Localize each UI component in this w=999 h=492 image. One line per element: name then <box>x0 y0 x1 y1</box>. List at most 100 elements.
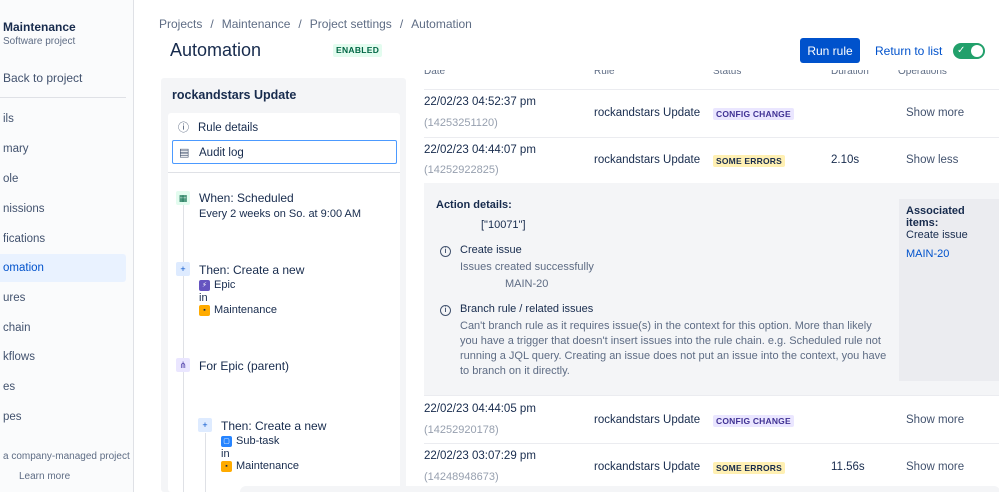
show-more-button[interactable]: Show more <box>906 414 964 426</box>
sidebar-item-notifications[interactable]: fications <box>0 225 126 253</box>
rule-details-menu-item[interactable]: ⓘ Rule details <box>172 116 397 140</box>
sidebar-item-label: fications <box>3 233 46 245</box>
row-date: 22/02/23 04:52:37 pm <box>424 96 536 108</box>
sidebar-item-label: es <box>3 381 16 393</box>
info-icon: i <box>440 246 451 257</box>
associated-items-title: Associated items: <box>906 205 965 229</box>
flow-connector <box>183 205 184 492</box>
associated-issue-link[interactable]: MAIN-20 <box>906 248 949 260</box>
sidebar-item-label: ils <box>3 113 14 125</box>
rule-enabled-toggle[interactable]: ✓ <box>953 43 985 59</box>
action-title[interactable]: Then: Create a new <box>199 263 304 277</box>
breadcrumb-project-settings[interactable]: Project settings <box>310 17 392 31</box>
row-date: 22/02/23 03:07:29 pm <box>424 450 536 462</box>
branch-message-line: Can't branch rule as it requires issue(s… <box>460 320 872 332</box>
row-divider <box>424 395 999 396</box>
row-date: 22/02/23 04:44:05 pm <box>424 403 536 415</box>
action-title[interactable]: Then: Create a new <box>221 419 326 433</box>
sidebar-item-label: omation <box>3 262 44 274</box>
audit-log-menu-item[interactable]: ▤ Audit log <box>172 140 397 164</box>
in-label: in <box>199 292 208 304</box>
status-badge: CONFIG CHANGE <box>713 415 794 427</box>
action-details-json: ["10071"] <box>481 219 526 231</box>
back-to-project-link[interactable]: Back to project <box>3 71 82 85</box>
toggle-knob <box>971 45 983 57</box>
sidebar-item-people[interactable]: ole <box>0 165 126 193</box>
return-to-list-link[interactable]: Return to list <box>875 44 942 58</box>
status-badge: SOME ERRORS <box>713 155 785 167</box>
project-name: Maintenance <box>3 20 76 34</box>
subtask-icon: ▢ <box>221 436 232 447</box>
sidebar-item-automation[interactable]: omation <box>0 254 126 282</box>
breadcrumb-projects[interactable]: Projects <box>159 17 202 31</box>
sidebar-item-screens[interactable]: es <box>0 373 126 401</box>
show-more-button[interactable]: Show more <box>906 107 964 119</box>
show-less-button[interactable]: Show less <box>906 154 958 166</box>
run-rule-button[interactable]: Run rule <box>800 38 860 63</box>
column-header-operations: Operations <box>898 70 947 77</box>
issue-type-label: Sub-task <box>236 435 280 447</box>
branch-message-line: you have a trigger that doesn't insert i… <box>460 335 881 347</box>
sidebar-item-permissions[interactable]: nissions <box>0 195 126 223</box>
column-header-duration: Duration <box>831 70 869 77</box>
row-rule: rockandstars Update <box>594 414 701 426</box>
check-icon: ✓ <box>957 45 966 56</box>
project-icon: ▪ <box>199 305 210 316</box>
scroll-shadow <box>240 486 999 492</box>
column-header-rule: Rule <box>594 70 615 77</box>
create-issue-heading: Create issue <box>460 244 522 256</box>
branch-message-line: to branch on it directly. <box>460 365 570 377</box>
info-icon: ⓘ <box>178 122 189 134</box>
epic-icon: ⚡ <box>199 280 210 291</box>
sidebar-item-label: chain <box>3 322 31 334</box>
sidebar-item-label: nissions <box>3 203 45 215</box>
in-label: in <box>221 448 230 460</box>
sidebar-footer-text: a company-managed project <box>3 451 130 462</box>
row-id: (14252920178) <box>424 424 499 436</box>
project-label: Maintenance <box>214 304 277 316</box>
row-duration: 2.10s <box>831 154 860 166</box>
plus-icon: + <box>176 262 190 276</box>
breadcrumb-maintenance[interactable]: Maintenance <box>222 17 291 31</box>
sidebar: Maintenance Software project Back to pro… <box>0 0 134 492</box>
row-rule: rockandstars Update <box>594 154 701 166</box>
row-id: (14253251120) <box>424 117 498 129</box>
project-type: Software project <box>3 36 76 47</box>
row-id: (14248948673) <box>424 471 499 483</box>
column-header-status: Status <box>713 70 742 77</box>
breadcrumb-automation[interactable]: Automation <box>411 17 472 31</box>
show-more-button[interactable]: Show more <box>906 461 964 473</box>
sidebar-item-label: ole <box>3 173 19 185</box>
sidebar-item-details[interactable]: ils <box>0 105 126 133</box>
sidebar-item-label: ures <box>3 292 26 304</box>
row-rule: rockandstars Update <box>594 461 701 473</box>
branch-title[interactable]: For Epic (parent) <box>199 359 289 373</box>
sidebar-item-issue-types[interactable]: pes <box>0 403 126 431</box>
sidebar-item-label: pes <box>3 411 22 423</box>
status-badge: ENABLED <box>333 44 383 57</box>
menu-divider <box>168 172 400 173</box>
create-issue-text: Issues created successfully <box>460 261 594 273</box>
breadcrumb-separator: / <box>210 17 214 31</box>
sidebar-item-workflows[interactable]: kflows <box>0 343 126 371</box>
menu-item-label: Audit log <box>199 147 244 159</box>
learn-more-link[interactable]: Learn more <box>19 471 70 482</box>
trigger-title[interactable]: When: Scheduled <box>199 191 294 205</box>
project-icon: ▪ <box>221 461 232 472</box>
sidebar-divider <box>0 97 126 98</box>
sidebar-item-features[interactable]: ures <box>0 284 126 312</box>
row-duration: 11.56s <box>831 461 865 473</box>
sidebar-item-toolchain[interactable]: chain <box>0 314 126 342</box>
breadcrumb-separator: / <box>399 17 404 31</box>
row-date: 22/02/23 04:44:07 pm <box>424 144 536 156</box>
row-rule: rockandstars Update <box>594 107 701 119</box>
breadcrumb: Projects / Maintenance / Project setting… <box>159 17 472 31</box>
document-icon: ▤ <box>179 147 190 159</box>
info-icon: i <box>440 305 451 316</box>
sidebar-item-summary[interactable]: mary <box>0 135 126 163</box>
branch-icon: ⋔ <box>176 358 190 372</box>
rule-name: rockandstars Update <box>172 88 297 102</box>
project-label: Maintenance <box>236 460 299 472</box>
page-title: Automation <box>170 40 262 60</box>
sidebar-item-label: kflows <box>3 351 35 363</box>
